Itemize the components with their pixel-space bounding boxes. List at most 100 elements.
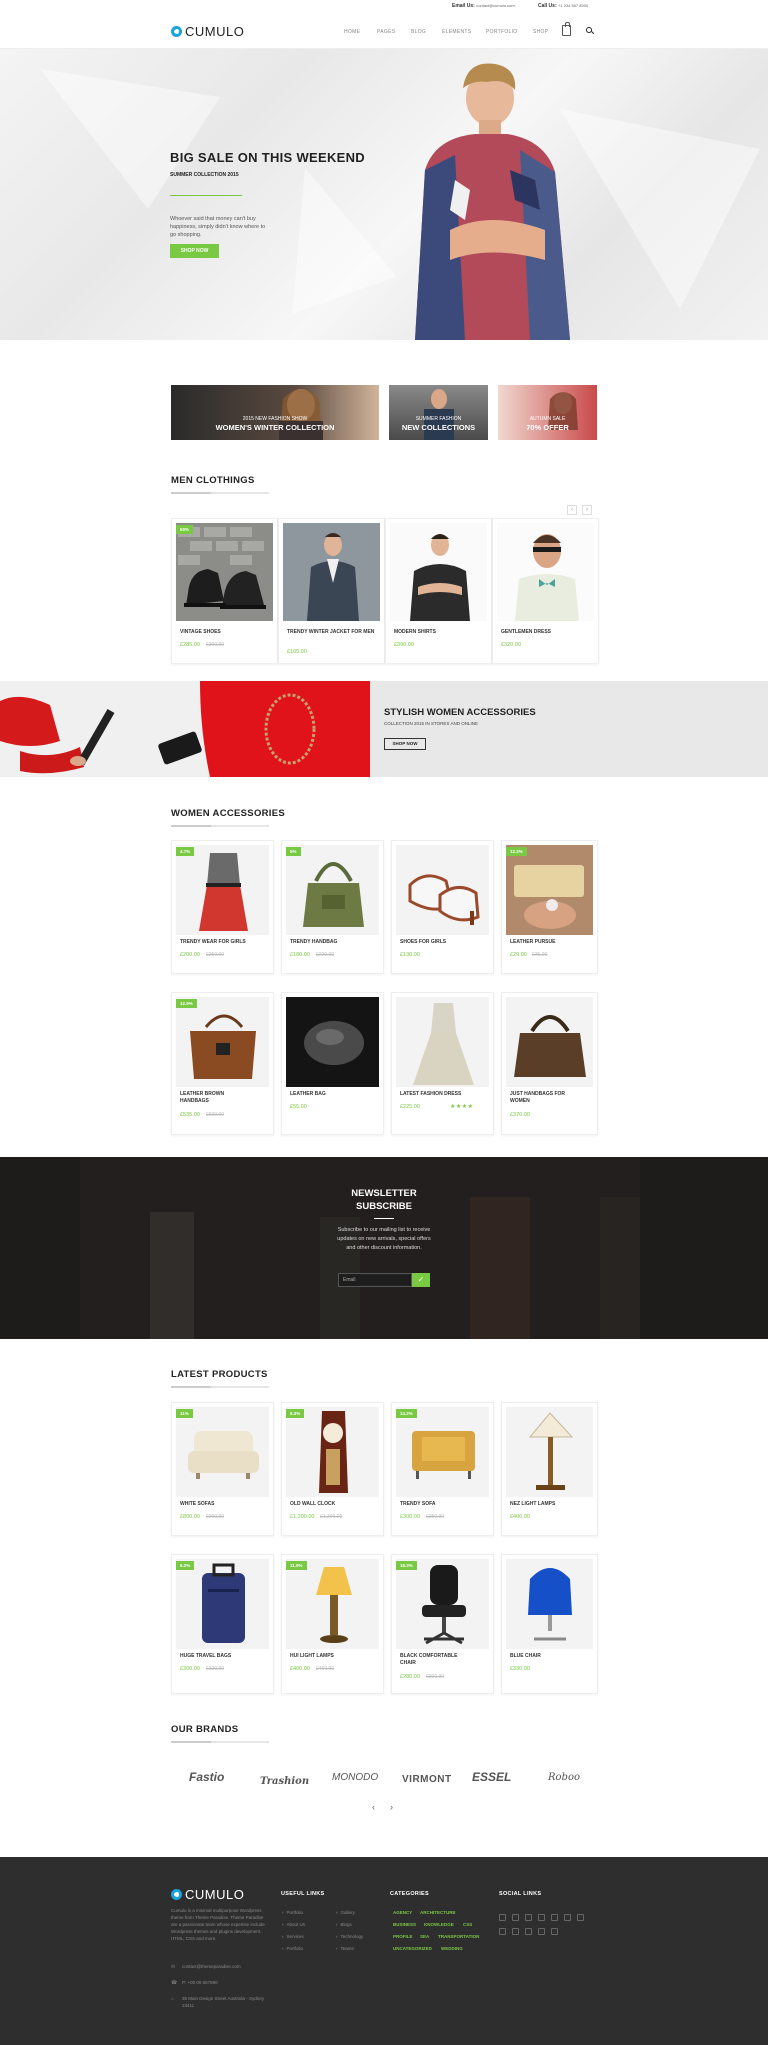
- promo-summer-fashion[interactable]: SUMMER FASHION NEW COLLECTIONS: [389, 385, 488, 440]
- footer-category-tag[interactable]: ARCHITECTURE: [420, 1910, 456, 1915]
- men-prev-arrow[interactable]: ‹: [567, 505, 577, 515]
- product-name[interactable]: OLD WALL CLOCK: [290, 1501, 378, 1508]
- product-name[interactable]: WHITE SOFAS: [180, 1501, 268, 1508]
- product-name[interactable]: GENTLEMEN DRESS: [501, 629, 591, 636]
- product-card-hui-light-lamps[interactable]: 11.9% HUI LIGHT LAMPS £400.00 £450.00: [281, 1554, 384, 1694]
- product-card-gentlemen-dress[interactable]: GENTLEMEN DRESS £320.00: [492, 518, 599, 664]
- product-card-leather-brown-handbags[interactable]: 12.9% LEATHER BROWN HANDBAGS £535.00 £60…: [171, 992, 274, 1135]
- youtube-icon[interactable]: [525, 1928, 532, 1935]
- product-name[interactable]: TRENDY SOFA: [400, 1501, 488, 1508]
- footer-category-tag[interactable]: PROFILE: [393, 1934, 413, 1939]
- footer-category-tag[interactable]: SEA: [420, 1934, 429, 1939]
- product-image[interactable]: [390, 523, 487, 621]
- product-card-trendy-wear[interactable]: 4.7% TRENDY WEAR FOR GIRLS £200.00 £250.…: [171, 840, 274, 974]
- facebook-icon[interactable]: [499, 1928, 506, 1935]
- footer-category-tag[interactable]: TRANSPORTATION: [438, 1934, 479, 1939]
- footer-category-tag[interactable]: WEDDING: [441, 1946, 463, 1951]
- nav-elements[interactable]: ELEMENTS: [442, 29, 471, 35]
- nav-blog[interactable]: BLOG: [411, 29, 426, 35]
- product-card-winter-jacket[interactable]: TRENDY WINTER JACKET FOR MEN £165.00: [278, 518, 385, 664]
- product-card-shoes-for-girls[interactable]: SHOES FOR GIRLS £130.00: [391, 840, 494, 974]
- newsletter-email-input[interactable]: Email: [338, 1273, 412, 1287]
- linkedin-icon[interactable]: [538, 1914, 545, 1921]
- product-card-vintage-shoes[interactable]: 50% VINTAGE SHOES £285.00 £300.00: [171, 518, 278, 664]
- product-card-leather-pursue[interactable]: 12.2% LEATHER PURSUE £29.00 £35.00: [501, 840, 598, 974]
- product-image[interactable]: [506, 1559, 593, 1649]
- product-image[interactable]: [396, 1559, 489, 1649]
- footer-link[interactable]: Blogs: [336, 1922, 352, 1927]
- men-next-arrow[interactable]: ›: [582, 505, 592, 515]
- product-image[interactable]: [176, 1559, 269, 1649]
- product-card-old-wall-clock[interactable]: 8.3% OLD WALL CLOCK £1,200.00 £1,300.00: [281, 1402, 384, 1536]
- footer-category-tag[interactable]: UNCATEGORIZED: [393, 1946, 432, 1951]
- product-name[interactable]: VINTAGE SHOES: [180, 629, 270, 636]
- product-card-white-sofas[interactable]: 11% WHITE SOFAS £800.00 £900.00: [171, 1402, 274, 1536]
- footer-link[interactable]: About Us: [282, 1922, 306, 1927]
- product-name[interactable]: SHOES FOR GIRLS: [400, 939, 488, 946]
- product-card-leather-bag[interactable]: LEATHER BAG £55.00: [281, 992, 384, 1135]
- brand-logo[interactable]: Fastio: [189, 1770, 224, 1784]
- skype-icon[interactable]: [538, 1928, 545, 1935]
- footer-link[interactable]: Portfolio: [282, 1910, 304, 1915]
- pinterest-icon[interactable]: [551, 1914, 558, 1921]
- nav-portfolio[interactable]: PORTFOLIO: [486, 29, 518, 35]
- product-name[interactable]: LEATHER PURSUE: [510, 939, 592, 946]
- product-card-trendy-handbag[interactable]: 5% TRENDY HANDBAG £180.00 £220.00: [281, 840, 384, 974]
- product-name[interactable]: HUI LIGHT LAMPS: [290, 1653, 378, 1660]
- product-card-just-handbags[interactable]: JUST HANDBAGS FOR WOMEN £370.00: [501, 992, 598, 1135]
- product-image[interactable]: [176, 845, 269, 935]
- hero-shop-button[interactable]: SHOP NOW: [170, 244, 219, 258]
- cart-icon[interactable]: [562, 22, 571, 36]
- nav-pages[interactable]: PAGES: [377, 29, 395, 35]
- product-card-huge-travel-bags[interactable]: 6.2% HUGE TRAVEL BAGS £300.00 £320.00: [171, 1554, 274, 1694]
- product-image[interactable]: [286, 1559, 379, 1649]
- newsletter-submit-button[interactable]: ✓: [412, 1273, 430, 1287]
- call-value[interactable]: +1 234 567 8900: [558, 3, 588, 8]
- footer-category-tag[interactable]: KNOWLEDGE: [424, 1922, 454, 1927]
- product-card-black-chair[interactable]: 16.3% BLACK COMFORTABLE CHAIR £280.00 £3…: [391, 1554, 494, 1694]
- product-image[interactable]: [176, 1407, 269, 1497]
- product-name[interactable]: MODERN SHIRTS: [394, 629, 484, 636]
- product-name[interactable]: NEZ LIGHT LAMPS: [510, 1501, 592, 1508]
- product-card-latest-fashion-dress[interactable]: LATEST FASHION DRESS £225.00 ★★★★: [391, 992, 494, 1135]
- product-image[interactable]: [506, 1407, 593, 1497]
- brand-logo[interactable]: MONODO: [332, 1772, 378, 1783]
- product-name[interactable]: LEATHER BAG: [290, 1091, 378, 1098]
- product-name[interactable]: JUST HANDBAGS FOR WOMEN: [510, 1091, 585, 1105]
- search-icon[interactable]: [586, 27, 592, 33]
- google-plus-icon[interactable]: [577, 1914, 584, 1921]
- product-name[interactable]: TRENDY HANDBAG: [290, 939, 378, 946]
- brand-logo[interactable]: VIRMONT: [402, 1774, 452, 1785]
- product-image[interactable]: [497, 523, 594, 621]
- promo-autumn-sale[interactable]: AUTUMN SALE 70% OFFER: [498, 385, 597, 440]
- product-image[interactable]: [396, 1407, 489, 1497]
- product-image[interactable]: [176, 523, 273, 621]
- accessories-shop-button[interactable]: SHOP NOW: [384, 738, 426, 750]
- product-name[interactable]: HUGE TRAVEL BAGS: [180, 1653, 268, 1660]
- footer-link[interactable]: Technology: [336, 1934, 364, 1939]
- product-card-nez-light-lamps[interactable]: NEZ LIGHT LAMPS £400.00: [501, 1402, 598, 1536]
- dribbble-icon[interactable]: [564, 1914, 571, 1921]
- product-card-modern-shirts[interactable]: MODERN SHIRTS £390.00: [385, 518, 492, 664]
- product-image[interactable]: [506, 997, 593, 1087]
- nav-home[interactable]: HOME: [344, 29, 360, 35]
- product-card-blue-chair[interactable]: BLUE CHAIR £330.00: [501, 1554, 598, 1694]
- product-image[interactable]: [286, 845, 379, 935]
- product-name[interactable]: TRENDY WINTER JACKET FOR MEN: [287, 629, 377, 636]
- product-card-trendy-sofa[interactable]: 14.2% TRENDY SOFA £300.00 £350.00: [391, 1402, 494, 1536]
- brands-prev-arrow[interactable]: ‹: [372, 1802, 375, 1812]
- flickr-icon[interactable]: [551, 1928, 558, 1935]
- brands-next-arrow[interactable]: ›: [390, 1802, 393, 1812]
- product-image[interactable]: [506, 845, 593, 935]
- footer-category-tag[interactable]: BUSINESS: [393, 1922, 416, 1927]
- product-image[interactable]: [176, 997, 269, 1087]
- product-image[interactable]: [283, 523, 380, 621]
- footer-category-tag[interactable]: AGENCY: [393, 1910, 412, 1915]
- vimeo-icon[interactable]: [525, 1914, 532, 1921]
- product-name[interactable]: BLUE CHAIR: [510, 1653, 592, 1660]
- product-image[interactable]: [286, 1407, 379, 1497]
- brand-logo[interactable]: ESSEL: [472, 1770, 511, 1784]
- product-image[interactable]: [396, 997, 489, 1087]
- product-image[interactable]: [286, 997, 379, 1087]
- product-name[interactable]: BLACK COMFORTABLE CHAIR: [400, 1653, 460, 1667]
